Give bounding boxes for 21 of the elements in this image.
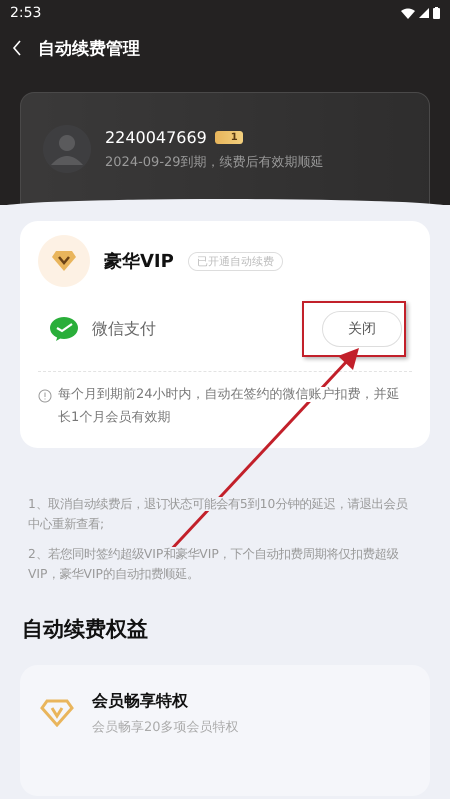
avatar-icon <box>43 125 91 173</box>
expiry-text: 2024-09-29到期，续费后有效期顺延 <box>105 154 324 170</box>
benefit-subtitle: 会员畅享20多项会员特权 <box>92 718 239 736</box>
section-title: 自动续费权益 <box>22 616 149 643</box>
payment-method: 微信支付 <box>92 318 156 340</box>
signal-icon <box>419 8 429 18</box>
auto-renew-status: 已开通自动续费 <box>188 252 283 270</box>
benefit-title: 会员畅享特权 <box>92 690 189 712</box>
wifi-icon <box>401 8 415 18</box>
vip-icon <box>38 235 90 287</box>
page-title: 自动续费管理 <box>38 38 140 60</box>
diamond-icon <box>40 699 74 728</box>
vip-level-badge: 1 <box>214 130 243 144</box>
status-time: 2:53 <box>10 5 42 21</box>
close-button[interactable]: 关闭 <box>322 311 402 347</box>
chat-bubble-icon <box>50 317 78 341</box>
plan-name: 豪华VIP <box>104 250 174 273</box>
info-icon <box>38 389 52 403</box>
user-id: 2240047669 <box>105 128 207 146</box>
back-icon[interactable] <box>12 40 22 56</box>
battery-icon <box>433 7 440 19</box>
